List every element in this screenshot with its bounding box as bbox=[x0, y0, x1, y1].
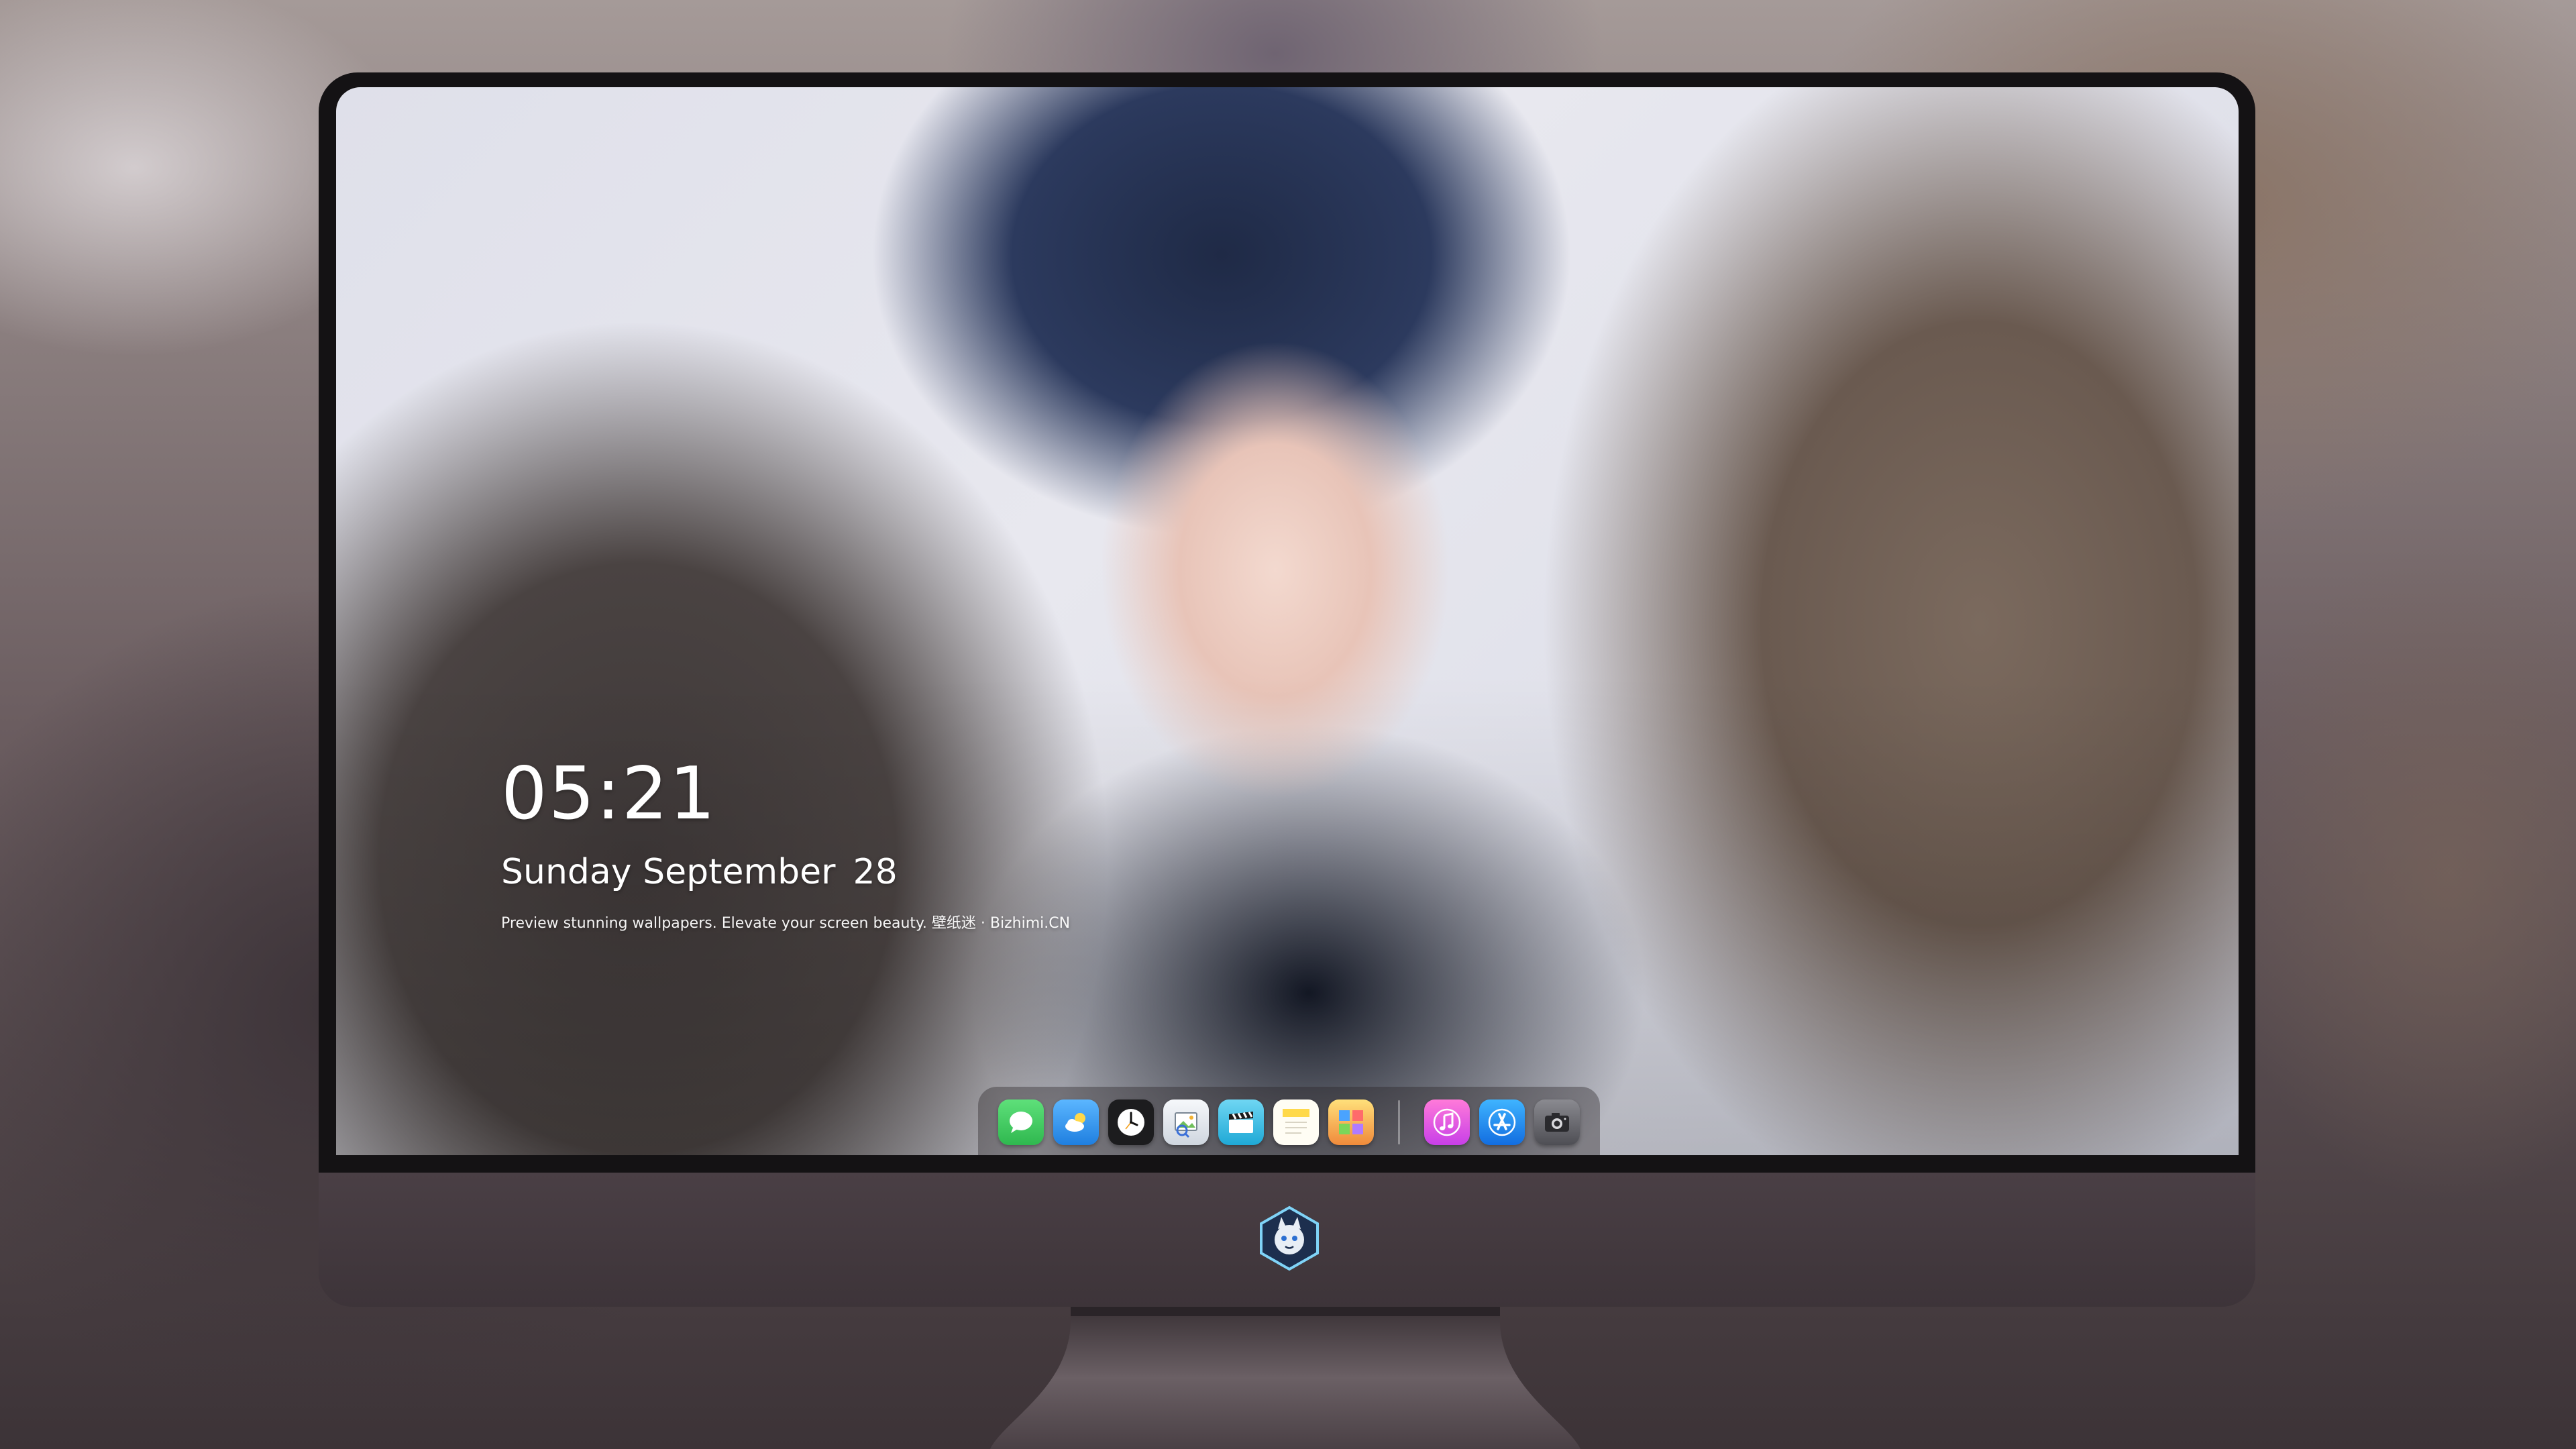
camera-icon[interactable] bbox=[1534, 1099, 1580, 1145]
clock-icon[interactable] bbox=[1108, 1099, 1154, 1145]
wallpaper-tagline: Preview stunning wallpapers. Elevate you… bbox=[501, 915, 1071, 932]
clock-date: Sunday September 28 bbox=[501, 855, 1070, 890]
preview-icon[interactable] bbox=[1163, 1099, 1209, 1145]
music-icon[interactable] bbox=[1424, 1099, 1470, 1145]
lock-clock-widget: 05:21 Sunday September 28 Preview stunnin… bbox=[501, 758, 1070, 931]
monitor-stand bbox=[990, 1307, 1580, 1449]
dock bbox=[978, 1087, 1600, 1155]
photo-booth-icon[interactable] bbox=[1328, 1099, 1374, 1145]
wallpaper-photo bbox=[336, 87, 2239, 1155]
desktop-backdrop: 05:21 Sunday September 28 Preview stunnin… bbox=[0, 0, 2576, 1449]
clock-time: 05:21 bbox=[501, 752, 717, 836]
notes-icon[interactable] bbox=[1273, 1099, 1319, 1145]
mascot-logo-icon bbox=[1260, 1205, 1319, 1271]
monitor: 05:21 Sunday September 28 Preview stunnin… bbox=[319, 72, 2255, 1307]
monitor-screen: 05:21 Sunday September 28 Preview stunnin… bbox=[336, 87, 2239, 1155]
clock-weekday-month: Sunday September bbox=[501, 852, 836, 892]
messages-icon[interactable] bbox=[998, 1099, 1044, 1145]
weather-icon[interactable] bbox=[1053, 1099, 1099, 1145]
clock-day: 28 bbox=[853, 852, 898, 892]
dock-separator bbox=[1398, 1100, 1400, 1144]
app-store-icon[interactable] bbox=[1479, 1099, 1525, 1145]
claquette-icon[interactable] bbox=[1218, 1099, 1264, 1145]
